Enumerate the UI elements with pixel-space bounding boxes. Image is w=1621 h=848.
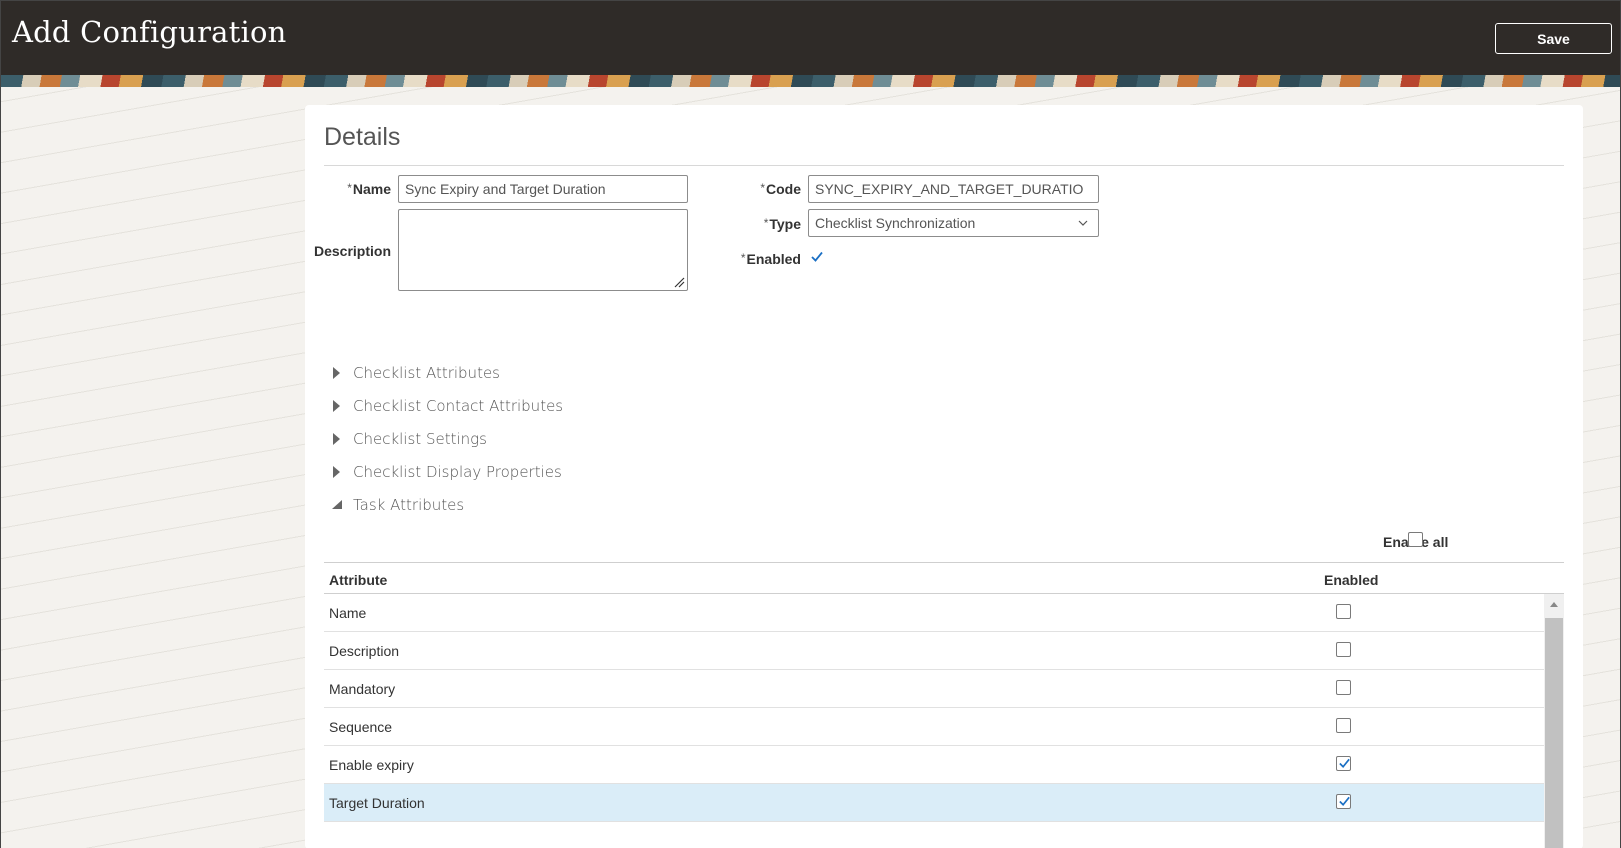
decorative-banner — [1, 75, 1620, 87]
row-enabled-checkbox[interactable] — [1336, 794, 1351, 809]
code-field-value: SYNC_EXPIRY_AND_TARGET_DURATIO — [815, 181, 1084, 197]
triangle-expanded-icon — [332, 500, 342, 509]
section-title: Details — [324, 123, 401, 151]
triangle-right-icon — [333, 400, 340, 412]
scrollbar-thumb[interactable] — [1545, 618, 1563, 848]
checkmark-icon — [811, 251, 823, 262]
enabled-checkbox[interactable] — [808, 249, 823, 264]
description-label: Description — [313, 243, 391, 259]
table-row[interactable]: Sequence — [324, 708, 1544, 746]
save-button[interactable]: Save — [1495, 23, 1612, 54]
triangle-right-icon — [333, 367, 340, 379]
type-select-value: Checklist Synchronization — [815, 215, 976, 231]
type-select[interactable]: Checklist Synchronization — [808, 209, 1099, 237]
required-marker: * — [347, 181, 352, 195]
table-row-selected[interactable]: Target Duration — [324, 784, 1544, 822]
name-field-value: Sync Expiry and Target Duration — [405, 181, 606, 197]
enable-all-checkbox[interactable] — [1408, 532, 1423, 547]
row-enabled-checkbox[interactable] — [1336, 642, 1351, 657]
section-checklist-attributes[interactable]: Checklist Attributes — [330, 364, 500, 382]
task-attributes-table: Attribute Enabled Name Description Manda… — [324, 562, 1564, 848]
section-checklist-settings[interactable]: Checklist Settings — [330, 430, 487, 448]
table-row[interactable]: Enable expiry — [324, 746, 1544, 784]
section-checklist-contact-attributes[interactable]: Checklist Contact Attributes — [330, 397, 563, 415]
enabled-label: *Enabled — [740, 251, 801, 267]
checkmark-icon — [1339, 796, 1350, 806]
column-header-attribute: Attribute — [329, 572, 388, 588]
row-enabled-checkbox[interactable] — [1336, 680, 1351, 695]
row-enabled-checkbox[interactable] — [1336, 756, 1351, 771]
resize-handle-icon[interactable] — [674, 277, 685, 288]
table-row[interactable]: Name — [324, 594, 1544, 632]
section-checklist-display-properties[interactable]: Checklist Display Properties — [330, 463, 562, 481]
details-panel: Details *Name Sync Expiry and Target Dur… — [305, 105, 1583, 848]
code-label: *Code — [760, 181, 801, 197]
description-textarea[interactable] — [398, 209, 688, 291]
scroll-up-arrow-icon[interactable] — [1544, 594, 1564, 614]
name-field[interactable]: Sync Expiry and Target Duration — [398, 175, 688, 203]
page-title: Add Configuration — [12, 15, 287, 49]
checkmark-icon — [1339, 758, 1350, 768]
chevron-down-icon — [1078, 220, 1088, 226]
section-task-attributes[interactable]: Task Attributes — [330, 496, 464, 514]
row-enabled-checkbox[interactable] — [1336, 604, 1351, 619]
table-row[interactable]: Mandatory — [324, 670, 1544, 708]
triangle-right-icon — [333, 466, 340, 478]
row-enabled-checkbox[interactable] — [1336, 718, 1351, 733]
page-header: Add Configuration Save — [1, 1, 1620, 75]
table-scrollbar[interactable] — [1544, 594, 1564, 848]
table-row[interactable]: Description — [324, 632, 1544, 670]
name-label: *Name — [347, 181, 391, 197]
column-header-enabled: Enabled — [1324, 572, 1379, 588]
triangle-right-icon — [333, 433, 340, 445]
section-divider — [324, 165, 1564, 166]
code-field[interactable]: SYNC_EXPIRY_AND_TARGET_DURATIO — [808, 175, 1099, 203]
type-label: *Type — [763, 216, 801, 232]
table-header: Attribute Enabled — [324, 562, 1564, 594]
